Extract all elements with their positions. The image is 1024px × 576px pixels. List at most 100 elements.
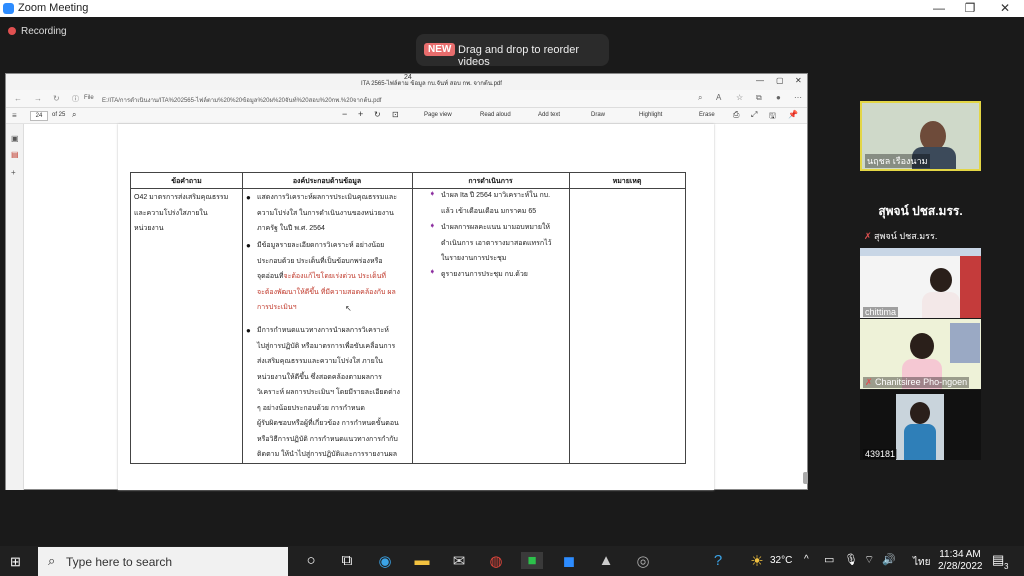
close-button[interactable]: ✕ — [990, 0, 1020, 17]
pin-icon[interactable]: 📌 — [788, 110, 798, 119]
arrow-bullet-icon: ➧ — [429, 221, 436, 230]
zoom-icon[interactable]: ◼ — [558, 552, 580, 570]
microphone-icon[interactable]: 🎙 — [844, 553, 858, 566]
clock[interactable]: 11:34 AM 2/28/2022 — [938, 549, 983, 573]
page-number-input[interactable]: 24 — [30, 111, 48, 121]
save-icon[interactable]: 🖫 — [769, 110, 776, 124]
video-tile-439181[interactable]: 439181 — [860, 390, 981, 460]
read-aloud-button[interactable]: Read aloud — [480, 112, 511, 118]
windows-start-icon[interactable]: ⊞ — [10, 554, 21, 570]
component-line-red: การประเมินฯ — [257, 304, 297, 311]
help-icon[interactable]: ? — [707, 552, 729, 569]
pdf-window-title: ITA 2565-ไฟล์ตาม ข้อมูล กบ.จันท์ สอบ กพ.… — [361, 81, 502, 87]
app-icon[interactable]: ◎ — [632, 552, 654, 570]
address-label: File — [84, 95, 94, 101]
thumbnail-icon[interactable]: ▣ — [11, 134, 19, 143]
zoom-icon[interactable]: ⌕ — [698, 93, 702, 103]
pdf-scrollbar[interactable] — [803, 472, 808, 484]
component-line: ภาครัฐ ในปี พ.ศ. 2564 — [257, 225, 325, 232]
question-line: และความโปร่งใสภายใน — [134, 209, 208, 217]
contents-icon[interactable]: ≡ — [12, 111, 17, 120]
action-line: ในรายงานการประชุม — [441, 255, 507, 262]
component-line: ติดตาม ให้นำไปสู่การปฏิบัติและการรายงานผ… — [257, 451, 397, 458]
line-icon[interactable]: ■ — [521, 552, 543, 569]
mic-muted-icon: ✗ — [865, 377, 876, 387]
video-tile-host[interactable]: นฤชล เรืองนาม — [860, 101, 981, 171]
flag — [960, 256, 981, 318]
video-tile-chittima[interactable]: chittima — [860, 248, 981, 318]
pdf-maximize-icon[interactable]: ▢ — [776, 76, 784, 85]
minimize-button[interactable]: — — [924, 0, 954, 17]
taskbar-search[interactable]: ⌕ Type here to search — [38, 547, 288, 576]
zoom-out-icon[interactable]: − — [342, 109, 347, 119]
search-icon[interactable]: ⌕ — [72, 110, 76, 120]
person-body — [922, 292, 960, 318]
highlight-button[interactable]: Highlight — [639, 112, 662, 118]
clock-time: 11:34 AM — [939, 549, 981, 560]
clock-date: 2/28/2022 — [938, 561, 983, 572]
notification-icon[interactable]: ▤ — [992, 552, 1004, 568]
person-silhouette — [910, 333, 934, 359]
tray-chevron-icon[interactable]: ^ — [804, 554, 809, 565]
page-number-label: 24 — [404, 74, 412, 81]
component-line: ประกอบด้วย ประเด็นที่เป็นข้อบกพร่องหรือ — [257, 257, 383, 265]
component-line: มีการกำหนดแนวทางการนำผลการวิเคราะห์ — [257, 327, 389, 334]
component-item: แสดงการวิเคราะห์ผลการประเมินคุณธรรมและ ค… — [257, 190, 397, 237]
component-line-red: จะต้องพัฒนาให้ดีขึ้น ที่มีความสอดคล้องกั… — [257, 288, 396, 296]
weather-icon: ☀ — [750, 553, 764, 570]
window-title: Zoom Meeting — [18, 2, 89, 14]
print-icon[interactable]: ⎙ — [733, 110, 739, 120]
recording-label: Recording — [21, 26, 67, 37]
file-explorer-icon[interactable]: ▬ — [411, 552, 433, 569]
back-icon[interactable]: ← — [14, 94, 22, 103]
wifi-icon[interactable]: ⌔ — [864, 553, 874, 567]
add-icon[interactable]: + — [11, 168, 16, 177]
erase-button[interactable]: Erase — [699, 112, 715, 118]
more-icon[interactable]: ⋯ — [794, 93, 802, 102]
arrow-bullet-icon: ➧ — [429, 189, 436, 198]
recording-indicator[interactable]: Recording — [8, 26, 67, 37]
action-item: ดูรายงานการประชุม กบ.ด้วย — [441, 267, 528, 283]
photos-icon[interactable]: ▲ — [595, 552, 617, 569]
draw-button[interactable]: Draw — [591, 112, 605, 118]
add-text-button[interactable]: Add text — [538, 112, 560, 118]
fit-page-icon[interactable]: ⊡ — [392, 110, 399, 119]
forward-icon[interactable]: → — [34, 94, 42, 103]
notification-count: 3 — [1004, 562, 1009, 571]
pdf-icon[interactable]: ▤ — [11, 150, 19, 159]
collections-icon[interactable]: ⧉ — [756, 93, 762, 103]
pdf-close-icon[interactable]: ✕ — [795, 76, 802, 85]
temperature[interactable]: 32°C — [770, 555, 792, 566]
info-icon: ⓘ — [72, 96, 79, 103]
chrome-icon[interactable]: ◍ — [485, 552, 507, 570]
table-header-components: องค์ประกอบด้านข้อมูล — [292, 178, 362, 185]
page-view-button[interactable]: Page view — [424, 112, 452, 118]
zoom-in-icon[interactable]: + — [358, 109, 363, 119]
table-header-actions: การดำเนินการ — [468, 178, 513, 185]
url-text[interactable]: E:/ITA/การดำเนินงาน/ITA%202565-ไฟล์ตาม%2… — [102, 95, 381, 105]
person-silhouette — [910, 402, 930, 424]
question-cell: O42 มาตรการส่งเสริมคุณธรรม และความโปร่งใ… — [134, 190, 228, 237]
fit-width-icon[interactable]: ⤢ — [751, 110, 757, 120]
cortana-icon[interactable]: ○ — [300, 552, 322, 569]
volume-icon[interactable]: 🔊 — [882, 553, 896, 566]
rotate-icon[interactable]: ↻ — [374, 110, 381, 119]
table-header-question: ข้อคำถาม — [171, 178, 202, 185]
participant-name-large: สุพจน์ ปชส.มรร. — [878, 204, 963, 218]
read-aloud-icon[interactable]: A — [716, 93, 721, 102]
arrow-bullet-icon: ➧ — [429, 267, 436, 276]
edge-icon[interactable]: ◉ — [374, 552, 396, 570]
component-line: ความโปร่งใส ในการดำเนินงานของหน่วยงาน — [257, 209, 394, 217]
maximize-button[interactable]: ❐ — [955, 0, 985, 17]
favorite-icon[interactable]: ☆ — [736, 93, 743, 102]
task-view-icon[interactable]: ⧉ — [336, 552, 358, 569]
pdf-minimize-icon[interactable]: — — [756, 76, 764, 85]
component-line: หน่วยงานให้ดีขึ้น ซึ่งสอดคล้องตามผลการ — [257, 373, 382, 381]
refresh-icon[interactable]: ↻ — [53, 94, 60, 103]
language-indicator[interactable]: ไทย — [913, 555, 930, 570]
profile-icon[interactable]: ● — [776, 93, 781, 102]
bullet-icon: ● — [246, 326, 251, 335]
network-icon[interactable]: ▭ — [824, 553, 834, 566]
mail-icon[interactable]: ✉ — [448, 552, 470, 570]
video-tile-chanitsiree[interactable]: ✗ Chanitsiree Pho-ngoen — [860, 319, 981, 389]
